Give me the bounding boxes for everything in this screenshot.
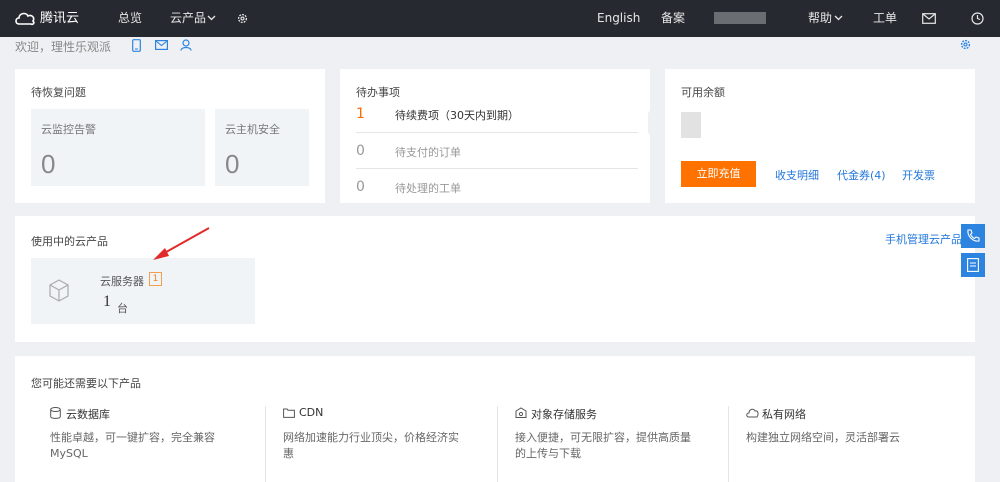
todo-count: 0: [356, 143, 365, 159]
recovery-card: 待恢复问题 云监控告警 0 云主机安全 0: [15, 69, 325, 203]
todo-count: 1: [356, 106, 365, 122]
side-consult-button[interactable]: [961, 224, 985, 248]
suggest-item-desc: 接入便捷，可无限扩容，提供高质量的上传与下载: [515, 431, 691, 460]
suggest-item-cdb[interactable]: 云数据库 性能卓越，可一键扩容，完全兼容MySQL: [50, 406, 282, 482]
monitor-alarm-value: 0: [41, 149, 56, 179]
balance-card: 可用余额 立即充值 收支明细 代金券(4) 开发票: [665, 69, 975, 203]
suggest-title: 您可能还需要以下产品: [31, 377, 141, 390]
gear-icon: [237, 13, 248, 24]
recovery-title: 待恢复问题: [31, 86, 86, 99]
nav-products-label: 云产品: [170, 11, 207, 25]
cloud-logo-icon: [15, 12, 35, 26]
balance-amount-blurred: [681, 112, 701, 138]
chevron-down-icon: [207, 15, 216, 21]
cvm-product-tile[interactable]: 云服务器 1 1 台: [31, 258, 255, 324]
recharge-button[interactable]: 立即充值: [681, 161, 756, 187]
mail-icon[interactable]: [155, 40, 168, 50]
suggest-item-desc: 网络加速能力行业顶尖，价格经济实惠: [283, 431, 459, 460]
todo-row-orders[interactable]: 0 待支付的订单: [340, 133, 650, 169]
inuse-products-card: 使用中的云产品 手机管理云产品 云服务器 1 1 台: [15, 216, 975, 342]
suggest-item-name: 云数据库: [66, 408, 110, 421]
phone-icon[interactable]: [132, 39, 141, 52]
cvm-name: 云服务器: [100, 275, 144, 288]
cube-icon: [49, 279, 69, 302]
chevron-down-icon: [834, 15, 843, 21]
suggest-item-desc: 构建独立网络空间，灵活部署云: [746, 431, 900, 444]
suggest-item-desc: 性能卓越，可一键扩容，完全兼容MySQL: [50, 431, 215, 460]
nav-ticket[interactable]: 工单: [873, 0, 897, 37]
balance-title: 可用余额: [681, 86, 725, 99]
todo-count: 0: [356, 179, 365, 195]
red-arrow-annotation: [153, 227, 210, 260]
mobile-manage-link[interactable]: 手机管理云产品: [885, 231, 962, 247]
storage-bucket-icon: [515, 407, 527, 418]
side-feedback-button[interactable]: [961, 253, 985, 277]
monitor-alarm-label: 云监控告警: [41, 123, 96, 136]
vouchers-link[interactable]: 代金券(4): [837, 167, 886, 183]
suggest-item-cdn[interactable]: CDN 网络加速能力行业顶尖，价格经济实惠: [265, 406, 515, 482]
database-icon: [50, 407, 61, 419]
language-switch[interactable]: English: [597, 0, 640, 37]
gear-icon[interactable]: [959, 38, 972, 51]
invoice-link[interactable]: 开发票: [902, 167, 935, 183]
todo-label: 待续费项（30天内到期）: [395, 109, 519, 122]
cloud-icon: [746, 408, 759, 418]
suggest-item-cos[interactable]: 对象存储服务 接入便捷，可无限扩容，提供高质量的上传与下载: [497, 406, 747, 482]
logo-text: 腾讯云: [40, 11, 80, 26]
nav-help[interactable]: 帮助: [808, 0, 843, 37]
host-security-value: 0: [225, 149, 240, 179]
phone-call-icon: [967, 229, 980, 242]
suggest-item-name: CDN: [299, 406, 324, 419]
host-security-panel[interactable]: 云主机安全 0: [215, 109, 309, 186]
nav-products[interactable]: 云产品: [170, 0, 216, 37]
monitor-alarm-panel[interactable]: 云监控告警 0: [31, 109, 205, 186]
carousel-handle[interactable]: [648, 109, 660, 137]
billing-details-link[interactable]: 收支明细: [775, 167, 819, 183]
username-blurred[interactable]: [714, 12, 766, 24]
todo-label: 待支付的订单: [395, 146, 461, 159]
clock-icon: [971, 12, 984, 25]
todo-card: 待办事项 1 待续费项（30天内到期） 0 待支付的订单 0 待处理的工单: [340, 69, 660, 205]
document-icon: [967, 258, 979, 272]
host-security-label: 云主机安全: [225, 123, 280, 136]
mail-icon: [922, 13, 936, 24]
divider: [265, 406, 266, 482]
welcome-text: 欢迎，理性乐观派: [15, 40, 112, 54]
top-nav-bar: 腾讯云 总览 云产品 English 备案 帮助 工单: [0, 0, 1000, 37]
divider: [497, 406, 498, 482]
suggest-item-name: 私有网络: [762, 408, 806, 421]
suggest-item-name: 对象存储服务: [531, 408, 597, 421]
todo-label: 待处理的工单: [395, 182, 461, 195]
cvm-unit: 台: [117, 302, 128, 315]
welcome-bar: 欢迎，理性乐观派: [0, 37, 1000, 59]
cvm-count: 1: [103, 293, 111, 310]
nav-help-label: 帮助: [808, 11, 833, 25]
suggest-item-vpc[interactable]: 私有网络 构建独立网络空间，灵活部署云: [728, 406, 978, 482]
inuse-title: 使用中的云产品: [31, 235, 108, 248]
nav-overview[interactable]: 总览: [118, 0, 142, 37]
todo-row-tickets[interactable]: 0 待处理的工单: [340, 169, 650, 205]
folder-icon: [283, 408, 295, 418]
todo-row-renewal[interactable]: 1 待续费项（30天内到期）: [340, 96, 650, 132]
nav-beian[interactable]: 备案: [661, 0, 685, 37]
divider: [728, 406, 729, 482]
cvm-alert-badge: 1: [149, 272, 162, 286]
user-icon[interactable]: [180, 39, 192, 51]
